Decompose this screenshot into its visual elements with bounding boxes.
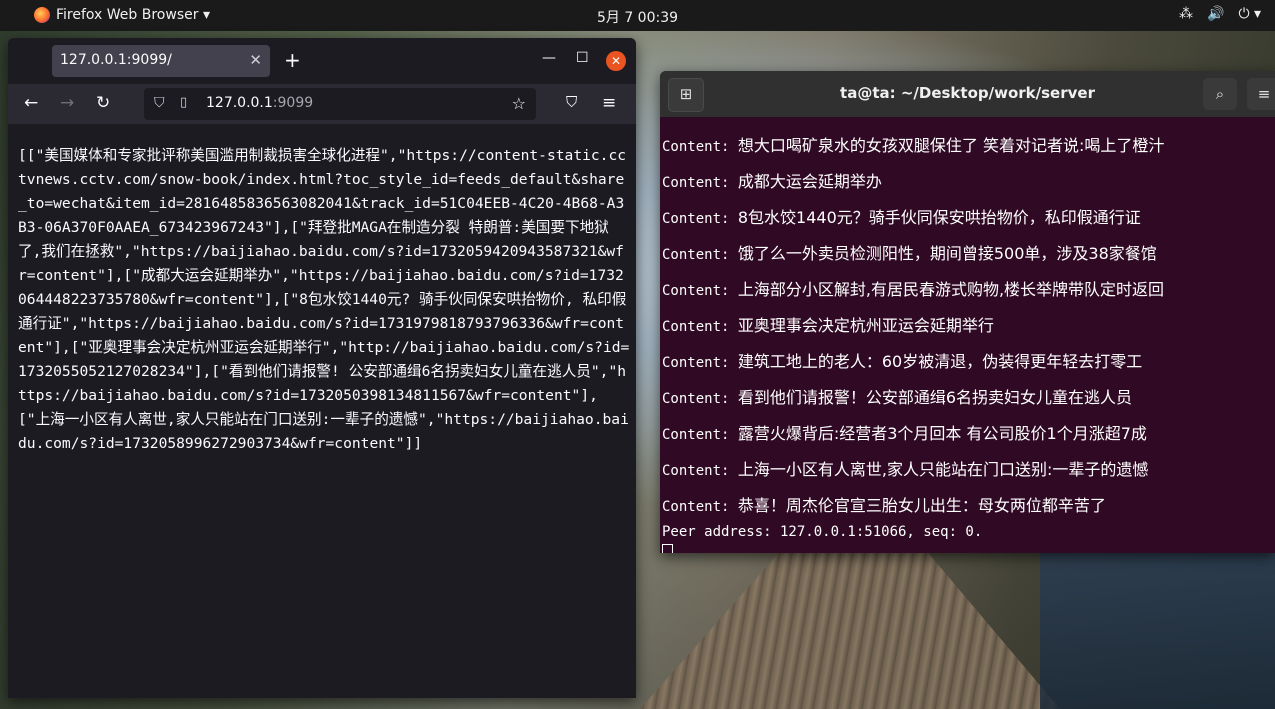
forward-arrow-icon[interactable]: → (60, 93, 74, 113)
firefox-tab-bar: 127.0.0.1:9099/ ✕ + — ☐ ✕ (8, 38, 636, 84)
terminal-line: Content: 8包水饺1440元？骑手伙同保安哄抬物价，私印假通行证 (662, 201, 1274, 237)
browser-tab[interactable]: 127.0.0.1:9099/ ✕ (52, 45, 270, 77)
terminal-line-text: 想大口喝矿泉水的女孩双腿保住了 笑着对记者说:喝上了橙汁 (737, 136, 1165, 155)
terminal-line: Content: 露营火爆背后:经营者3个月回本 有公司股价1个月涨超7成 (662, 417, 1274, 453)
close-window-button[interactable]: ✕ (606, 51, 626, 71)
hamburger-menu-icon[interactable]: ≡ (602, 93, 616, 113)
minimize-button[interactable]: — (542, 50, 556, 66)
terminal-title: ta@ta: ~/Desktop/work/server (840, 84, 1095, 102)
tracking-shield-icon[interactable]: ⛉ (154, 95, 165, 111)
terminal-output[interactable]: Content: 想大口喝矿泉水的女孩双腿保住了 笑着对记者说:喝上了橙汁 Con… (662, 129, 1274, 553)
pocket-icon[interactable]: ⛉ (566, 93, 577, 111)
system-tray[interactable]: ⁂ 🔊 ⏻ ▾ (1179, 6, 1261, 22)
terminal-line: Content: 看到他们请报警！公安部通缉6名拐卖妇女儿童在逃人员 (662, 381, 1274, 417)
terminal-line: Content: 上海部分小区解封,有居民春游式购物,楼长举牌带队定时返回 (662, 273, 1274, 309)
json-response-text: [["美国媒体和专家批评称美国滥用制裁损害全球化进程","https://con… (18, 147, 630, 452)
back-arrow-icon[interactable]: ← (24, 93, 38, 113)
search-icon[interactable]: ⌕ (1203, 78, 1237, 110)
terminal-line-prefix: Content: (662, 463, 738, 479)
terminal-line: Content: 想大口喝矿泉水的女孩双腿保住了 笑着对记者说:喝上了橙汁 (662, 129, 1274, 165)
terminal-line: Content: 建筑工地上的老人：60岁被清退，伪装得更年轻去打零工 (662, 345, 1274, 381)
terminal-line-prefix: Content: (662, 283, 738, 299)
terminal-line: Content: 亚奥理事会决定杭州亚运会延期举行 (662, 309, 1274, 345)
terminal-line-prefix: Content: (662, 355, 738, 371)
url-port: :9099 (272, 95, 314, 111)
page-content: [["美国媒体和专家批评称美国滥用制裁损害全球化进程","https://con… (8, 124, 636, 698)
terminal-header-bar: ⊞ ta@ta: ~/Desktop/work/server ⌕ ≡ (660, 71, 1275, 117)
page-info-icon[interactable]: ▯ (180, 95, 187, 110)
tab-title: 127.0.0.1:9099/ (60, 52, 172, 68)
wallpaper-water (1040, 540, 1275, 709)
terminal-line: Content: 恭喜！周杰伦官宣三胎女儿出生：母女两位都辛苦了 (662, 489, 1274, 525)
terminal-line-text: 上海一小区有人离世,家人只能站在门口送别:一辈子的遗憾 (737, 460, 1149, 479)
firefox-nav-bar: ← → ↻ ⛉ ▯ 127.0.0.1:9099 ☆ ⛉ ≡ (8, 84, 636, 124)
terminal-line-prefix: Content: (662, 319, 738, 335)
terminal-line: Content: 上海一小区有人离世,家人只能站在门口送别:一辈子的遗憾 (662, 453, 1274, 489)
terminal-line-text: 露营火爆背后:经营者3个月回本 有公司股价1个月涨超7成 (737, 424, 1147, 443)
terminal-line-text: 成都大运会延期举办 (737, 172, 882, 191)
terminal-window: ⊞ ta@ta: ~/Desktop/work/server ⌕ ≡ Conte… (660, 71, 1275, 553)
hamburger-menu-icon[interactable]: ≡ (1247, 78, 1275, 110)
clock[interactable]: 5月 7 00:39 (0, 7, 1275, 27)
terminal-line-text: 建筑工地上的老人：60岁被清退，伪装得更年轻去打零工 (737, 352, 1143, 371)
terminal-line-text: 饿了么一外卖员检测阳性，期间曾接500单，涉及38家餐馆 (737, 244, 1157, 263)
power-icon[interactable]: ⏻ ▾ (1238, 6, 1261, 22)
system-top-bar: Firefox Web Browser ▾ 5月 7 00:39 ⁂ 🔊 ⏻ ▾ (0, 0, 1275, 31)
terminal-line-prefix: Content: (662, 247, 738, 263)
bookmark-star-icon[interactable]: ☆ (512, 94, 526, 113)
network-icon[interactable]: ⁂ (1179, 6, 1193, 22)
firefox-window: 127.0.0.1:9099/ ✕ + — ☐ ✕ ← → ↻ ⛉ ▯ 127.… (8, 38, 636, 698)
terminal-line-prefix: Content: (662, 139, 738, 155)
terminal-line-prefix: Content: (662, 427, 738, 443)
terminal-line-text: 上海部分小区解封,有居民春游式购物,楼长举牌带队定时返回 (737, 280, 1165, 299)
terminal-line-prefix: Content: (662, 211, 738, 227)
terminal-line-text: 8包水饺1440元？骑手伙同保安哄抬物价，私印假通行证 (737, 208, 1141, 227)
url-host: 127.0.0.1 (206, 95, 273, 111)
terminal-line-prefix: Content: (662, 499, 738, 515)
tab-close-icon[interactable]: ✕ (249, 51, 262, 69)
terminal-line-prefix: Content: (662, 175, 738, 191)
reload-icon[interactable]: ↻ (96, 93, 110, 113)
terminal-line: Content: 成都大运会延期举办 (662, 165, 1274, 201)
peer-address-line: Peer address: 127.0.0.1:51066, seq: 0. (662, 524, 983, 540)
terminal-line-prefix: Content: (662, 391, 738, 407)
url-bar[interactable]: ⛉ ▯ 127.0.0.1:9099 ☆ (144, 88, 536, 120)
url-text[interactable]: 127.0.0.1:9099 (206, 95, 313, 111)
maximize-button[interactable]: ☐ (576, 50, 589, 66)
terminal-cursor (662, 544, 673, 553)
volume-icon[interactable]: 🔊 (1207, 6, 1224, 22)
terminal-line-text: 恭喜！周杰伦官宣三胎女儿出生：母女两位都辛苦了 (737, 496, 1106, 515)
new-tab-button[interactable]: + (284, 48, 301, 72)
terminal-line: Content: 饿了么一外卖员检测阳性，期间曾接500单，涉及38家餐馆 (662, 237, 1274, 273)
terminal-line-text: 看到他们请报警！公安部通缉6名拐卖妇女儿童在逃人员 (737, 388, 1133, 407)
terminal-line-text: 亚奥理事会决定杭州亚运会延期举行 (737, 316, 994, 335)
